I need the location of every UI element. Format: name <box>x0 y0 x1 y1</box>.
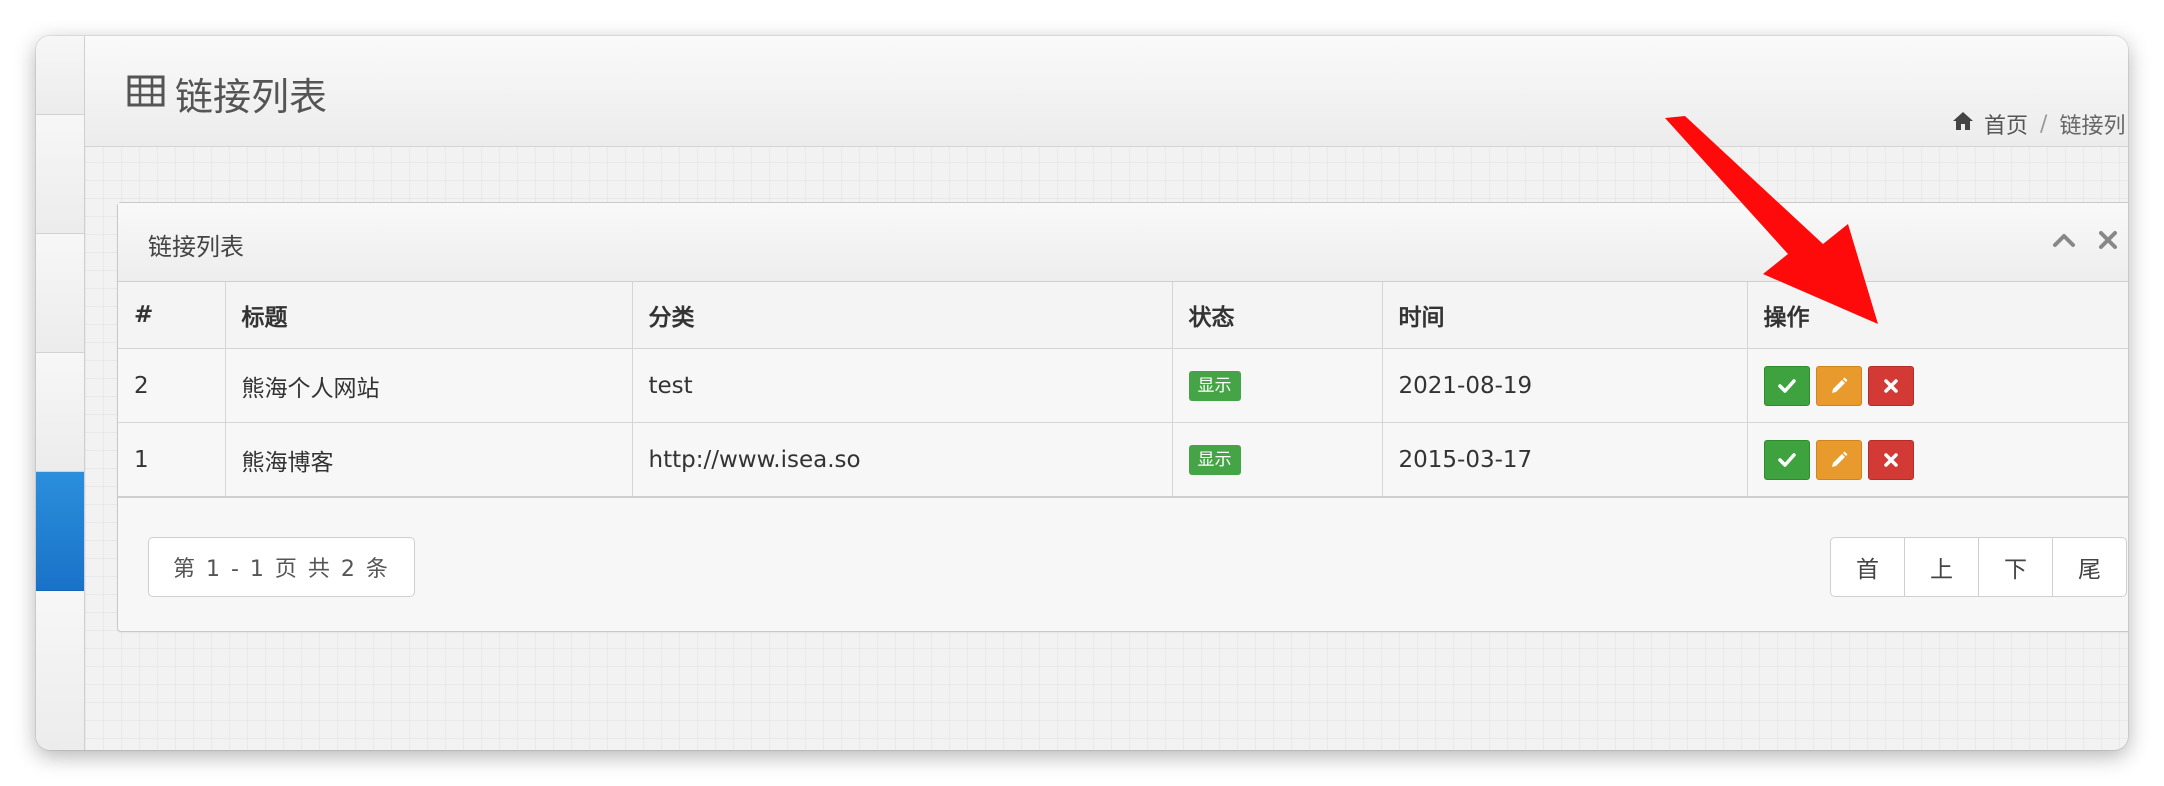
sidebar-item[interactable] <box>36 115 84 234</box>
delete-button[interactable] <box>1867 439 1914 480</box>
cell-id: 2 <box>118 348 226 423</box>
sidebar-item[interactable] <box>36 234 84 353</box>
first-page-button[interactable]: 首 <box>1830 537 1905 597</box>
pagination-info: 第 1 - 1 页 共 2 条 <box>148 537 415 597</box>
row-actions <box>1763 439 2129 480</box>
app-window: 链接列表 首页 / 链接列 链接列表 # 标题 分类 状态 时间 操作 2 熊海… <box>36 36 2128 750</box>
chevron-up-icon[interactable] <box>2051 227 2077 253</box>
next-page-button[interactable]: 下 <box>1978 537 2053 597</box>
table-icon <box>127 72 165 116</box>
cell-status: 显示 <box>1172 422 1383 498</box>
panel-tools <box>2051 227 2121 253</box>
close-icon[interactable] <box>2095 227 2121 253</box>
panel-header: 链接列表 <box>118 203 2128 282</box>
cell-title: 熊海博客 <box>225 422 633 498</box>
sidebar-item-active[interactable] <box>36 472 84 591</box>
breadcrumb-current: 链接列 <box>2059 114 2126 139</box>
pagination: 首 上 下 尾 <box>1830 537 2127 597</box>
cell-date: 2021-08-19 <box>1382 348 1748 423</box>
sidebar <box>36 36 85 750</box>
breadcrumb-home-link[interactable]: 首页 <box>1984 108 2028 140</box>
delete-button[interactable] <box>1867 365 1914 406</box>
status-badge: 显示 <box>1188 444 1241 475</box>
page-header: 链接列表 首页 / 链接列 <box>85 36 2128 147</box>
pencil-icon <box>1831 377 1847 393</box>
column-header-title: 标题 <box>225 282 633 349</box>
column-header-date: 时间 <box>1382 282 1748 349</box>
page-title: 链接列表 <box>127 66 327 121</box>
column-header-id: # <box>118 282 226 349</box>
cell-id: 1 <box>118 422 226 498</box>
breadcrumb: 首页 / 链接列 <box>1952 108 2128 140</box>
links-panel: 链接列表 # 标题 分类 状态 时间 操作 2 熊海个人网站 test 显示 2… <box>117 202 2128 632</box>
edit-button[interactable] <box>1815 439 1862 480</box>
column-header-actions: 操作 <box>1747 282 2128 349</box>
table-row: 2 熊海个人网站 test 显示 2021-08-19 <box>118 348 2129 423</box>
check-icon <box>1777 452 1796 467</box>
check-icon <box>1777 378 1796 393</box>
cell-status: 显示 <box>1172 348 1383 423</box>
table-row: 1 熊海博客 http://www.isea.so 显示 2015-03-17 <box>118 422 2129 498</box>
links-table: # 标题 分类 状态 时间 操作 2 熊海个人网站 test 显示 2021-0… <box>118 282 2128 498</box>
status-badge: 显示 <box>1188 370 1241 401</box>
cell-actions <box>1747 348 2129 423</box>
cell-date: 2015-03-17 <box>1382 422 1748 498</box>
approve-button[interactable] <box>1763 365 1810 406</box>
last-page-button[interactable]: 尾 <box>2052 537 2127 597</box>
home-icon <box>1952 111 1974 137</box>
column-header-status: 状态 <box>1172 282 1383 349</box>
breadcrumb-separator: / <box>2040 111 2048 137</box>
panel-title: 链接列表 <box>148 233 244 261</box>
page-title-text: 链接列表 <box>175 75 328 119</box>
edit-button[interactable] <box>1815 365 1862 406</box>
sidebar-item[interactable] <box>36 591 84 750</box>
cell-category: http://www.isea.so <box>632 422 1173 498</box>
close-icon <box>1883 452 1898 467</box>
sidebar-item[interactable] <box>36 36 84 115</box>
prev-page-button[interactable]: 上 <box>1904 537 1979 597</box>
close-icon <box>1883 378 1898 393</box>
cell-actions <box>1747 422 2129 498</box>
pencil-icon <box>1831 451 1847 467</box>
cell-category: test <box>632 348 1173 423</box>
row-actions <box>1763 365 2129 406</box>
cell-title: 熊海个人网站 <box>225 348 633 423</box>
approve-button[interactable] <box>1763 439 1810 480</box>
main-content: 链接列表 首页 / 链接列 链接列表 # 标题 分类 状态 时间 操作 2 熊海… <box>85 36 2128 750</box>
column-header-category: 分类 <box>632 282 1173 349</box>
sidebar-item[interactable] <box>36 353 84 472</box>
table-header-row: # 标题 分类 状态 时间 操作 <box>118 282 2128 349</box>
